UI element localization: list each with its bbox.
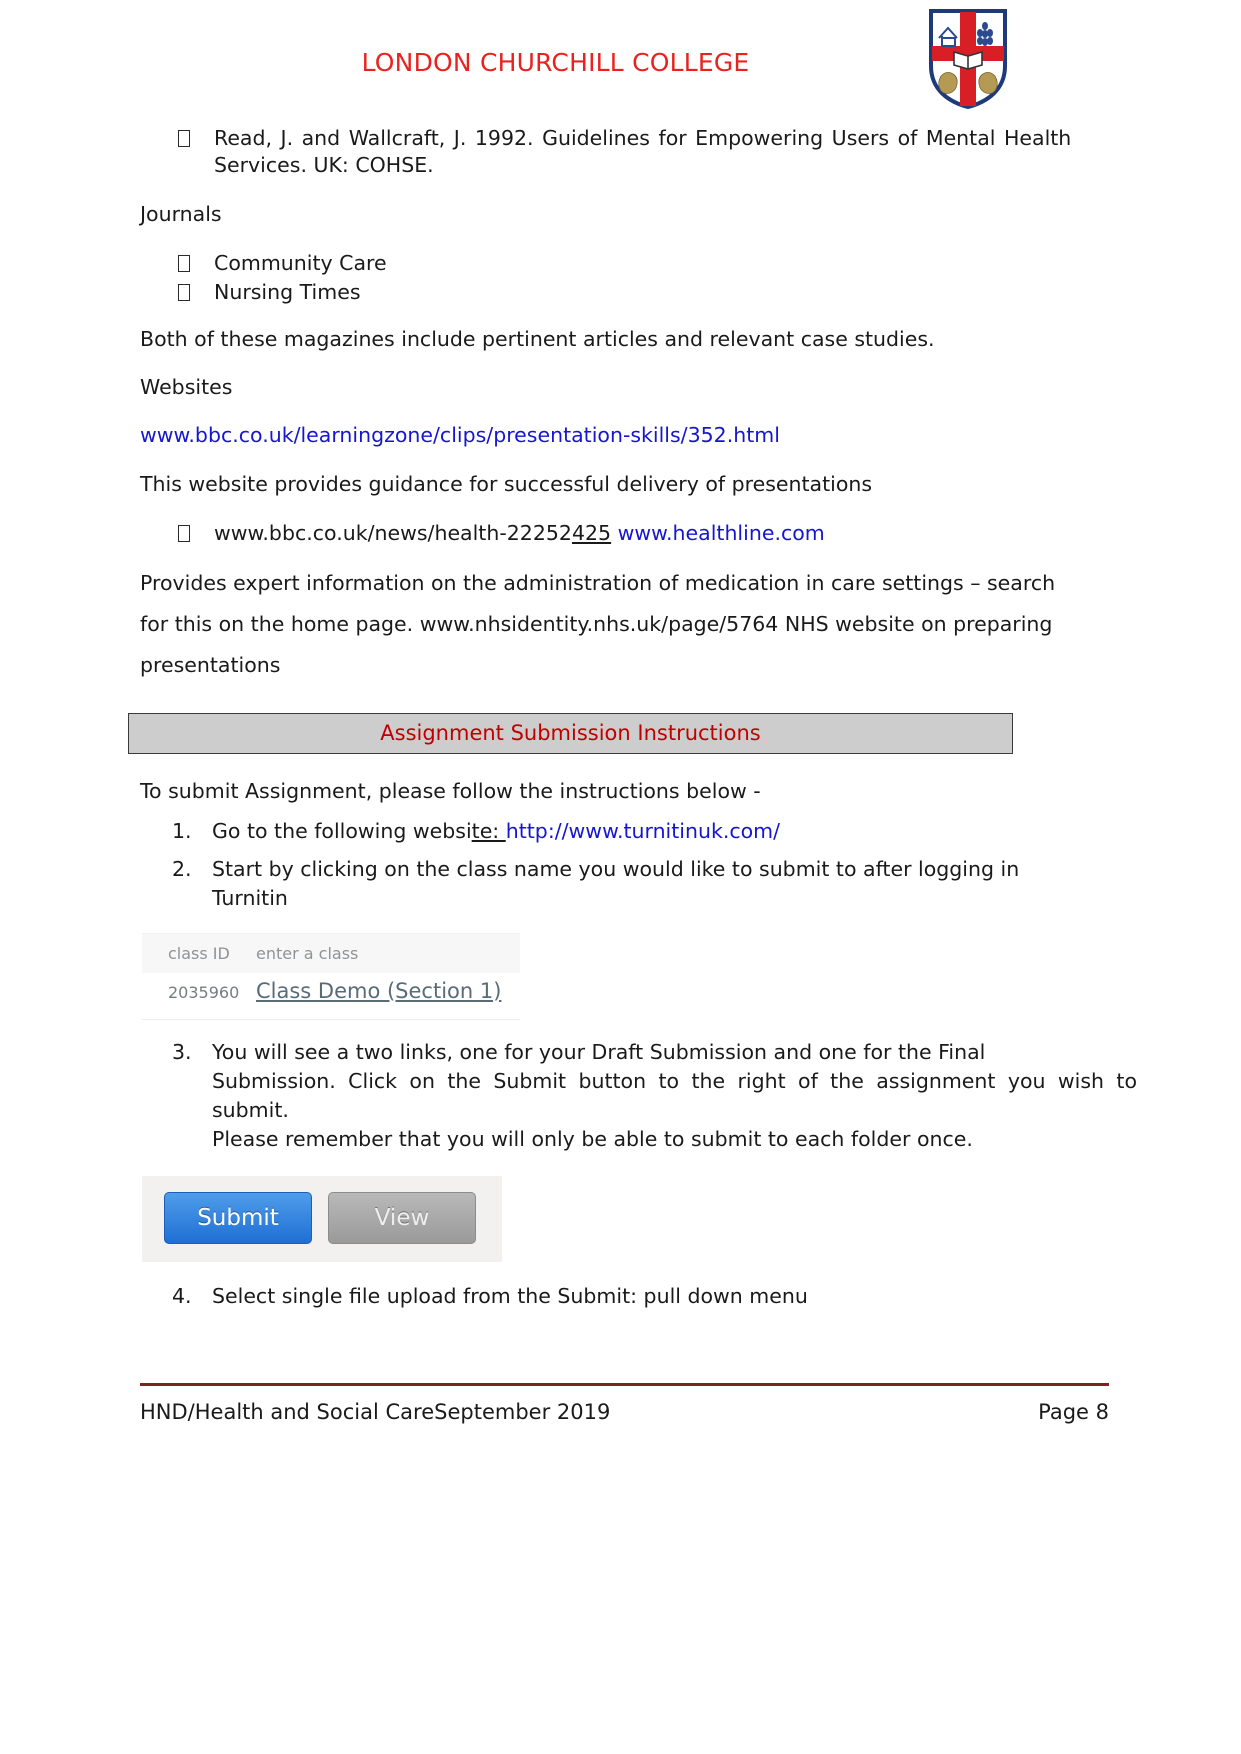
page-footer: HND/Health and Social Care September 201… bbox=[140, 1383, 1109, 1424]
step-text: Start by clicking on the class name you … bbox=[212, 855, 1137, 913]
bbc-learningzone-link-tail[interactable]: 2.html bbox=[714, 423, 780, 447]
journal-list-item: Community Care bbox=[178, 250, 1241, 277]
step2-line-2: Turnitin bbox=[212, 885, 288, 910]
submission-steps-list-continued-2: 4. Select single file upload from the Su… bbox=[140, 1282, 1241, 1311]
medication-info-line-2: for this on the home page. www.nhsidenti… bbox=[140, 612, 1053, 637]
submission-steps-list-continued: 3. You will see a two links, one for you… bbox=[140, 1038, 1241, 1154]
square-bullet-icon bbox=[178, 255, 190, 273]
step3-line-3: Please remember that you will only be ab… bbox=[212, 1127, 973, 1152]
medication-info-line-3: presentations bbox=[140, 653, 281, 678]
bbc-news-url-underlined: 425 bbox=[571, 520, 612, 545]
submission-steps-list: 1. Go to the following website: http://w… bbox=[140, 817, 1241, 912]
submission-step: 2. Start by clicking on the class name y… bbox=[140, 855, 1241, 913]
footer-course: HND/Health and Social Care bbox=[140, 1400, 435, 1424]
journal-name: Community Care bbox=[214, 251, 387, 276]
journals-heading: Journals bbox=[140, 202, 222, 227]
reference-line-2: Services. UK: COHSE. bbox=[214, 152, 434, 177]
step-number: 2. bbox=[172, 856, 192, 881]
journal-list-item: Nursing Times bbox=[178, 279, 1241, 306]
step3-line-1: You will see a two links, one for your D… bbox=[212, 1039, 986, 1064]
step-text: Go to the following website: http://www.… bbox=[212, 817, 1137, 846]
bbc-learningzone-link-row: www.bbc.co.uk/learningzone/clips/present… bbox=[140, 423, 1241, 447]
reference-text: Read, J. and Wallcraft, J. 1992. Guideli… bbox=[214, 125, 1182, 178]
bbc-learningzone-link[interactable]: www.bbc.co.uk/learningzone/clips/present… bbox=[140, 423, 714, 447]
footer-page-number: Page 8 bbox=[1038, 1400, 1109, 1424]
square-bullet-icon bbox=[178, 130, 190, 147]
step-number: 4. bbox=[172, 1284, 192, 1309]
reference-line-1: Read, J. and Wallcraft, J. 1992. Guideli… bbox=[214, 126, 1072, 150]
class-id-column-header: class ID bbox=[168, 943, 230, 963]
class-name-link[interactable]: Class Demo (Section 1) bbox=[256, 979, 501, 1003]
step-number: 1. bbox=[172, 819, 192, 844]
page-header: LONDON CHURCHILL COLLEGE bbox=[0, 0, 1241, 125]
turnitin-url-link[interactable]: http://www.turnitinuk.com/ bbox=[506, 819, 780, 843]
submission-step: 3. You will see a two links, one for you… bbox=[140, 1038, 1241, 1154]
journal-name: Nursing Times bbox=[214, 279, 361, 304]
college-name-title: LONDON CHURCHILL COLLEGE bbox=[361, 48, 750, 77]
submission-intro: To submit Assignment, please follow the … bbox=[140, 779, 761, 804]
assignment-submission-banner: Assignment Submission Instructions bbox=[128, 713, 1013, 755]
bbc-news-url-plain: www.bbc.co.uk/news/health-22252 bbox=[214, 520, 572, 545]
square-bullet-icon bbox=[178, 283, 190, 301]
step-text: You will see a two links, one for your D… bbox=[212, 1038, 1137, 1154]
turnitin-buttons-image: Submit View bbox=[142, 1176, 502, 1263]
college-crest-icon bbox=[927, 8, 1009, 110]
submit-button[interactable]: Submit bbox=[164, 1192, 312, 1245]
square-bullet-icon bbox=[178, 524, 190, 542]
step2-line-1: Start by clicking on the class name you … bbox=[212, 856, 1020, 881]
turnitin-table-header-row: class ID enter a class bbox=[142, 933, 520, 973]
submission-step: 4. Select single file upload from the Su… bbox=[140, 1282, 1241, 1311]
healthline-link[interactable]: www.healthlin bbox=[611, 521, 762, 545]
step1-text-plain: Go to the following websi bbox=[212, 819, 472, 844]
step3-line-2: Submission. Click on the Submit button t… bbox=[212, 1068, 1137, 1123]
websites-heading: Websites bbox=[140, 374, 233, 399]
step1-text-underlined: te: bbox=[471, 819, 506, 844]
class-id-value: 2035960 bbox=[168, 982, 240, 1002]
document-page: LONDON CHURCHILL COLLEGE Read, J. and Wa… bbox=[0, 0, 1241, 1754]
healthline-link-tail[interactable]: e.com bbox=[762, 521, 825, 545]
footer-divider bbox=[140, 1383, 1109, 1386]
footer-date: September 2019 bbox=[434, 1400, 611, 1424]
journals-note: Both of these magazines include pertinen… bbox=[140, 326, 935, 351]
enter-a-class-column-header: enter a class bbox=[256, 943, 359, 963]
turnitin-table-row: 2035960 Class Demo (Section 1) bbox=[142, 972, 520, 1020]
reference-list-item: Read, J. and Wallcraft, J. 1992. Guideli… bbox=[178, 125, 1241, 178]
turnitin-class-table-image: class ID enter a class 2035960 Class Dem… bbox=[142, 932, 520, 1020]
submission-step: 1. Go to the following website: http://w… bbox=[140, 817, 1241, 846]
bbc-link-description: This website provides guidance for succe… bbox=[140, 471, 873, 496]
view-button[interactable]: View bbox=[328, 1192, 476, 1245]
document-body: Read, J. and Wallcraft, J. 1992. Guideli… bbox=[0, 125, 1241, 1311]
medication-info-line-1: Provides expert information on the admin… bbox=[140, 571, 1056, 596]
website-list-item: www.bbc.co.uk/news/health-22252425 www.h… bbox=[178, 520, 1241, 547]
step-text: Select single file upload from the Submi… bbox=[212, 1284, 808, 1309]
step-number: 3. bbox=[172, 1039, 192, 1064]
website-bullet-text: www.bbc.co.uk/news/health-22252425 www.h… bbox=[214, 520, 825, 547]
